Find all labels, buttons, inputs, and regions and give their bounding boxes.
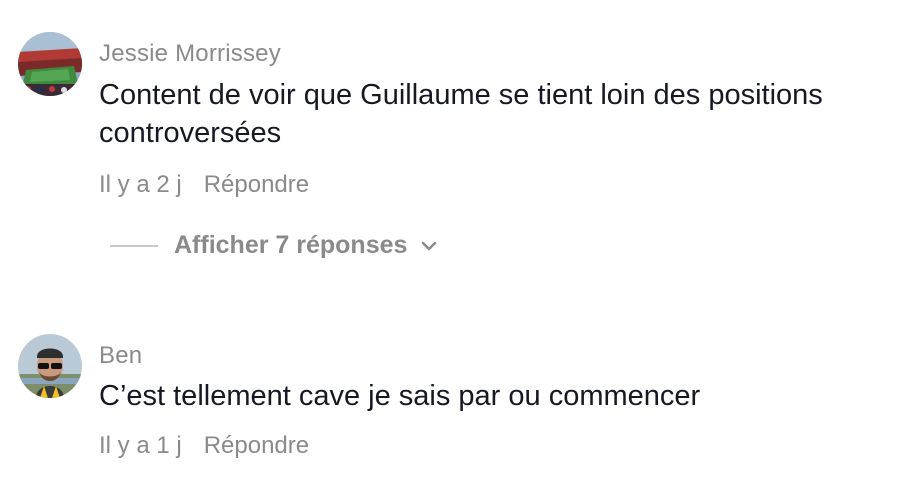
reply-button[interactable]: Répondre (204, 432, 309, 459)
comment-meta: Il y a 2 j Répondre (99, 171, 309, 199)
reply-button[interactable]: Répondre (204, 171, 309, 198)
view-replies-label: Afficher 7 réponses (174, 231, 408, 259)
comment-meta: Il y a 1 j Répondre (99, 432, 309, 460)
avatar[interactable] (18, 334, 82, 398)
avatar[interactable] (18, 32, 82, 96)
comment-text: Content de voir que Guillaume se tient l… (99, 79, 823, 149)
man-sunglasses-photo-avatar-icon (18, 334, 82, 398)
stadium-photo-avatar-icon (18, 32, 82, 96)
replies-divider (110, 244, 158, 247)
view-replies-button[interactable]: Afficher 7 réponses (110, 231, 439, 260)
comment-text: C’est tellement cave je sais par ou comm… (99, 380, 701, 412)
comment-author[interactable]: Ben (99, 342, 142, 370)
comment-time: Il y a 2 j (99, 171, 182, 198)
comment-author[interactable]: Jessie Morrissey (99, 40, 281, 68)
comment-time: Il y a 1 j (99, 432, 182, 459)
chevron-down-icon (419, 236, 439, 256)
